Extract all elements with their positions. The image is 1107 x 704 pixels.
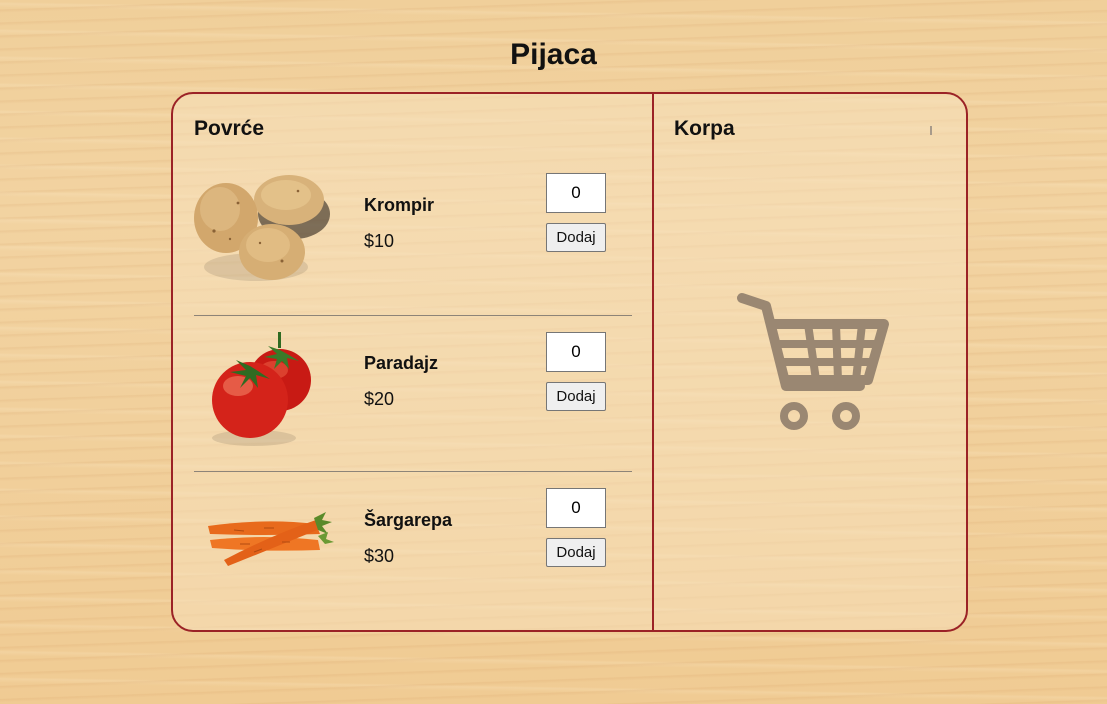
cart-scroll-mark [930, 126, 932, 135]
page-title: Pijaca [510, 38, 597, 71]
product-item-paradajz: Paradajz $20 Dodaj [194, 328, 632, 478]
carrots-image [208, 512, 334, 566]
product-name: Paradajz [364, 353, 439, 373]
panel-divider [652, 94, 654, 630]
add-button-krompir[interactable]: Dodaj [546, 223, 606, 252]
vegetables-title: Povrće [194, 117, 265, 140]
market-panel: Povrće Krompir $10 Dodaj [171, 92, 968, 632]
cart-title: Korpa [674, 117, 735, 140]
product-price: $20 [364, 389, 395, 409]
product-price: $10 [364, 231, 395, 251]
product-name: Krompir [364, 195, 435, 215]
quantity-input-sargarepa[interactable] [546, 488, 606, 528]
quantity-input-paradajz[interactable] [546, 332, 606, 372]
shopping-cart-icon [737, 293, 889, 430]
add-button-paradajz[interactable]: Dodaj [546, 382, 606, 411]
tomatoes-image [212, 332, 311, 446]
add-button-sargarepa[interactable]: Dodaj [546, 538, 606, 567]
product-name: Šargarepa [364, 510, 453, 530]
item-divider [194, 315, 632, 316]
potatoes-image [194, 175, 330, 281]
quantity-input-krompir[interactable] [546, 173, 606, 213]
product-price: $30 [364, 546, 395, 566]
item-divider [194, 471, 632, 472]
product-item-krompir: Krompir $10 Dodaj [194, 169, 632, 319]
product-item-sargarepa: Šargarepa $30 Dodaj [194, 484, 632, 630]
